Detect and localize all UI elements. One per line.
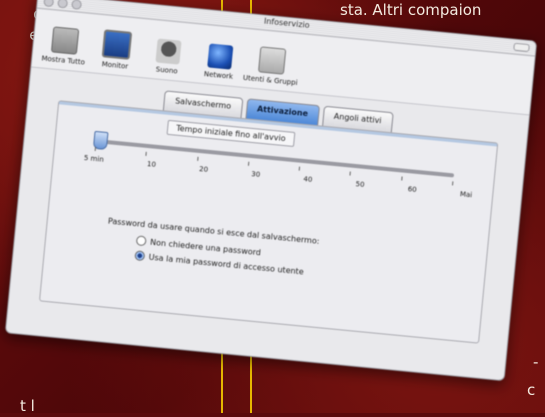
magazine-bottom-text: t l [20,397,35,415]
toolbar-label: Network [203,70,234,81]
sound-icon [155,38,182,65]
tick-label: 30 [250,170,261,179]
monitor-icon [101,29,133,60]
general-icon [50,26,80,55]
tick-label: 50 [355,180,365,189]
tick-mark [451,181,454,186]
radio-use-login-password[interactable]: Usa la mia password di accesso utente [134,250,304,276]
toolbar-label: Mostra Tutto [41,54,86,67]
tick-mark [400,176,403,181]
preferences-window: Infoservizio Mostra Tutto Monitor Suono … [4,0,538,382]
radio-button[interactable] [135,235,147,247]
tick-mark [196,156,199,161]
tick-label: Mai [459,190,473,200]
toolbar-network[interactable]: Network [197,43,243,87]
toolbar-show-all[interactable]: Mostra Tutto [41,26,87,72]
tick-mark [145,151,148,156]
magazine-bottom-right-text: - [533,353,539,371]
tick-label: 10 [146,160,157,169]
toolbar-users[interactable]: Utenti & Gruppi [243,46,298,92]
toolbar-monitor[interactable]: Monitor [93,29,139,77]
tick-mark [349,171,352,176]
radio-button[interactable] [134,250,146,262]
users-icon [257,46,287,75]
tick-mark [247,161,250,166]
tick-label: 40 [303,175,313,184]
toolbar-label: Utenti & Gruppi [242,73,298,88]
tick-label: 5 min [83,153,105,164]
tick-label: 20 [198,165,209,174]
toolbar-sound[interactable]: Suono [145,38,191,82]
toolbar-toggle-button[interactable] [513,42,530,53]
toolbar-label: Suono [155,65,178,76]
radio-label: Usa la mia password di accesso utente [148,252,305,277]
activation-panel: Tempo iniziale fino all'avvio 5 min 10 2… [38,100,499,344]
magazine-top-right-text: sta. Altri compaion [340,1,482,19]
tick-mark [298,166,301,171]
magazine-bottom-right-text-2: c [527,381,536,399]
toolbar-label: Monitor [101,60,129,71]
tick-label: 60 [407,185,418,194]
tick-mark [94,146,97,152]
slider-tick-labels: 5 min 10 20 30 40 50 60 Mai [84,154,473,199]
network-icon [207,43,234,70]
